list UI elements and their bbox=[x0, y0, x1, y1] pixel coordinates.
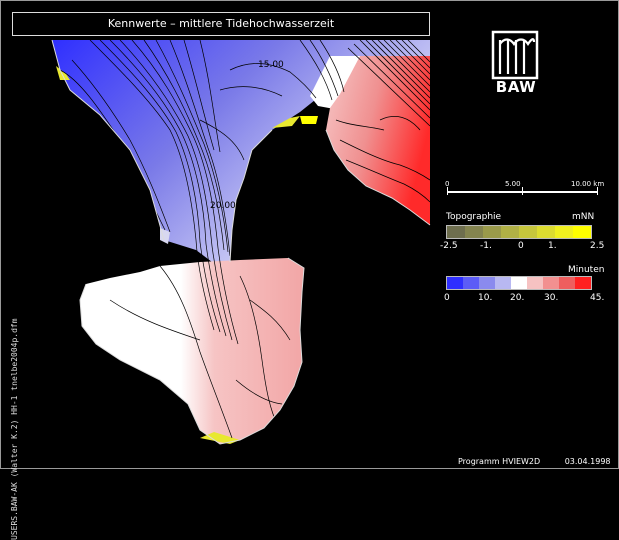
legend-swatch bbox=[511, 277, 527, 289]
topo-legend-swatches bbox=[446, 225, 592, 239]
scale-tick bbox=[597, 187, 598, 195]
contour-label-15: 15.00 bbox=[258, 60, 284, 70]
legend-swatch bbox=[501, 226, 519, 238]
legend-swatch bbox=[483, 226, 501, 238]
topo-legend-unit: mNN bbox=[572, 212, 595, 222]
topo-tick: 2.5 bbox=[590, 241, 605, 251]
topo-tick: -1. bbox=[480, 241, 492, 251]
time-legend-swatches bbox=[446, 276, 592, 290]
time-tick: 0 bbox=[444, 293, 450, 303]
footer-date: 03.04.1998 bbox=[564, 457, 611, 466]
baw-logo-text: BAW bbox=[495, 78, 537, 96]
legend-swatch bbox=[573, 226, 591, 238]
shore-patch bbox=[300, 116, 318, 124]
time-legend-title: Minuten bbox=[568, 265, 605, 275]
legend-swatch bbox=[575, 277, 591, 289]
legend-swatch bbox=[465, 226, 483, 238]
topo-tick: 1. bbox=[548, 241, 557, 251]
time-tick: 30. bbox=[544, 293, 559, 303]
scale-bar: 0 5.00 10.00 km bbox=[445, 180, 605, 210]
topo-legend-title: Topographie bbox=[446, 212, 502, 222]
legend-swatch bbox=[527, 277, 543, 289]
southern-basin-area bbox=[80, 258, 304, 444]
legend-swatch bbox=[537, 226, 555, 238]
legend-swatch bbox=[463, 277, 479, 289]
legend-swatch bbox=[447, 226, 465, 238]
contour-label-20: 20.00 bbox=[210, 201, 236, 211]
legend-swatch bbox=[519, 226, 537, 238]
legend-swatch bbox=[479, 277, 495, 289]
side-info-text: USERS.BAW-AK (Walter K.2) HH-1 tnelbe200… bbox=[10, 318, 19, 540]
scale-tick bbox=[522, 187, 523, 195]
footer-program: Programm HVIEW2D bbox=[458, 457, 541, 466]
legend-swatch bbox=[543, 277, 559, 289]
time-tick: 10. bbox=[478, 293, 493, 303]
legend-swatch bbox=[495, 277, 511, 289]
footer: Programm HVIEW2D 03.04.1998 bbox=[458, 457, 619, 466]
scale-label-mid: 5.00 bbox=[505, 180, 521, 188]
legend-swatch bbox=[559, 277, 575, 289]
topo-legend-ticks: -2.5 -1. 0 1. 2.5 bbox=[440, 241, 610, 253]
scale-tick bbox=[447, 187, 448, 195]
time-legend-ticks: 0 10. 20. 30. 45. bbox=[444, 293, 614, 305]
topo-tick: -2.5 bbox=[440, 241, 458, 251]
topo-tick: 0 bbox=[518, 241, 524, 251]
time-tick: 45. bbox=[590, 293, 605, 303]
legend-swatch bbox=[447, 277, 463, 289]
scale-label-end: 10.00 km bbox=[571, 180, 605, 188]
legend-swatch bbox=[555, 226, 573, 238]
time-tick: 20. bbox=[510, 293, 525, 303]
